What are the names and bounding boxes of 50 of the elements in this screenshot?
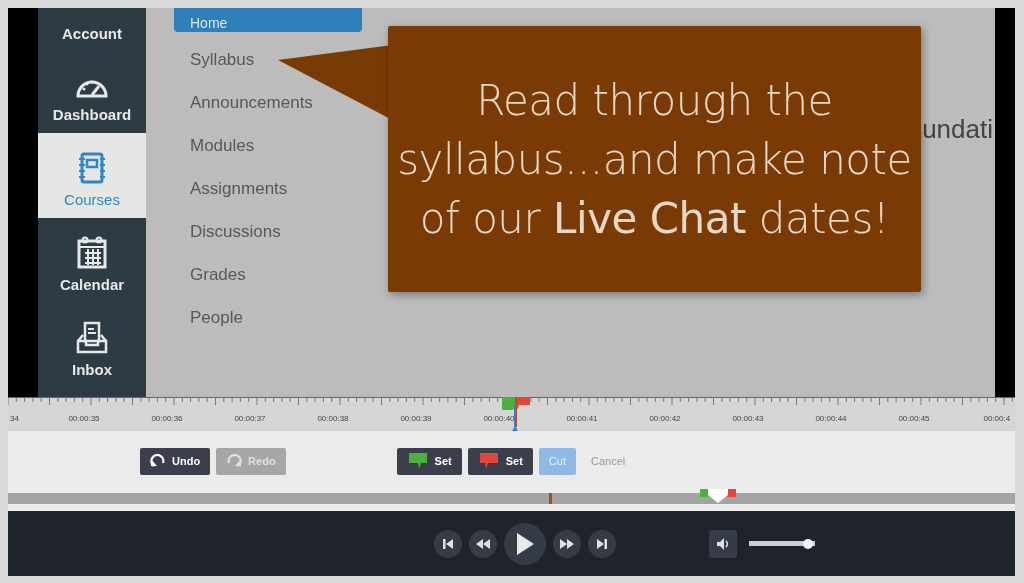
volume-button[interactable] xyxy=(709,529,737,558)
play-button[interactable] xyxy=(504,522,546,565)
sidebar-item[interactable]: Account xyxy=(38,8,146,48)
course-nav-link[interactable]: Assignments xyxy=(174,167,364,210)
play-icon xyxy=(515,531,535,556)
fast-forward-button[interactable] xyxy=(553,529,581,558)
cancel-button[interactable]: Cancel xyxy=(581,447,636,475)
timecode-label: 00:00:37 xyxy=(233,414,267,423)
timecode-label: 00:00:4 xyxy=(982,414,1011,423)
sidebar-item[interactable]: Dashboard xyxy=(38,48,146,133)
timecode-label: 00:00:35 xyxy=(67,414,101,423)
set-marker-button[interactable]: Set xyxy=(467,447,533,475)
selection-markers[interactable] xyxy=(700,489,736,504)
skip-end-icon xyxy=(596,537,608,550)
course-nav-link[interactable]: People xyxy=(174,296,364,339)
timecode-label: 00:00:43 xyxy=(731,414,765,423)
rewind-icon xyxy=(475,537,491,550)
position-marker xyxy=(549,493,552,504)
skip-start-icon xyxy=(442,537,454,550)
rewind-button[interactable] xyxy=(469,529,497,558)
course-nav-link[interactable]: Discussions xyxy=(174,210,364,253)
timecode-label: 00:00:44 xyxy=(814,414,848,423)
redo-icon xyxy=(226,454,243,468)
timecode-label: 34 xyxy=(9,414,20,423)
timecode-label: 00:00:36 xyxy=(150,414,184,423)
course-nav-link[interactable]: Grades xyxy=(174,253,364,296)
volume-thumb[interactable] xyxy=(803,538,814,549)
timecode-label: 00:00:40 xyxy=(482,414,516,423)
sidebar-item[interactable]: Calendar xyxy=(38,218,146,303)
timecode-label: 00:00:38 xyxy=(316,414,350,423)
timecode-label: 00:00:42 xyxy=(648,414,682,423)
page-heading: undati xyxy=(922,114,993,145)
undo-icon xyxy=(150,454,166,468)
callout-text: Read through the syllabus...and make note of our Live Chat dates! xyxy=(396,74,913,245)
undo-button[interactable]: Undo xyxy=(140,447,211,475)
skip-to-start-button[interactable] xyxy=(434,529,462,558)
volume-slider[interactable] xyxy=(749,538,815,549)
fast-forward-icon xyxy=(559,537,575,550)
skip-to-end-button[interactable] xyxy=(588,529,616,558)
set-marker-button[interactable]: Set xyxy=(396,447,462,475)
timecode-label: 00:00:41 xyxy=(565,414,599,423)
timecode-label: 00:00:45 xyxy=(897,414,931,423)
calendar-icon xyxy=(75,236,109,270)
sidebar-item[interactable]: Inbox xyxy=(38,303,146,388)
inbox-tray-icon xyxy=(75,321,109,355)
speaker-icon xyxy=(716,536,730,551)
course-nav-link[interactable]: Home xyxy=(174,8,362,32)
timecode-label: 00:00:39 xyxy=(399,414,433,423)
sidebar-item[interactable]: Courses xyxy=(38,133,146,218)
course-nav-link[interactable]: Modules xyxy=(174,124,364,167)
